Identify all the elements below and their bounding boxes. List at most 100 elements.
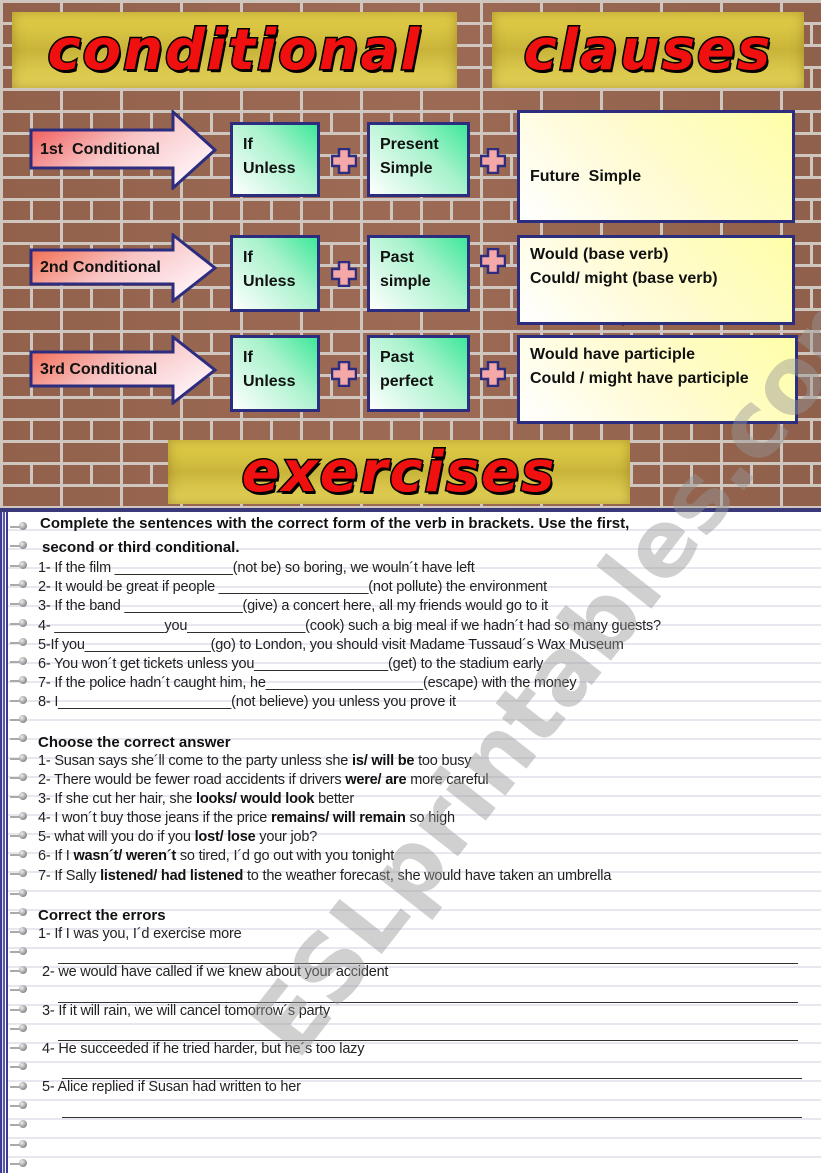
- box-line: Could/ might (base verb): [530, 269, 718, 287]
- notebook-margin: [0, 512, 8, 1173]
- item-text: 6- If I: [38, 848, 74, 865]
- spiral-ring-icon: [10, 1004, 27, 1015]
- spiral-ring-icon: [10, 908, 27, 918]
- item-text: 3- If she cut her hair, she: [38, 790, 197, 807]
- answer-line[interactable]: [58, 945, 798, 965]
- item-text: 4- I won´t buy those jeans if the price: [38, 810, 271, 827]
- spiral-ring-icon: [10, 599, 27, 609]
- answer-options: is/ will be: [352, 752, 415, 769]
- spiral-ring-icon: [10, 522, 27, 532]
- exercise-item: 2- There would be fewer road accidents i…: [38, 772, 813, 791]
- spiral-ring-icon: [10, 1158, 27, 1169]
- item-text: 7- If Sally: [38, 867, 101, 884]
- spiral-ring-icon: [10, 850, 27, 860]
- item-text: to the weather forecast, she would have …: [243, 867, 612, 884]
- conditional-label: 1st Conditional: [40, 141, 160, 158]
- box-line: Simple: [380, 160, 433, 177]
- exercise-item: 2- It would be great if people _________…: [38, 579, 548, 596]
- spiral-ring-icon: [10, 1023, 27, 1034]
- item-text: 5- what will you do if you: [38, 829, 195, 846]
- conditional-label: 3rd Conditional: [40, 361, 158, 378]
- condition-tense-box: Past simple: [367, 235, 470, 312]
- plus-icon: [480, 248, 506, 274]
- exercise-content: Complete the sentences with the correct …: [38, 512, 813, 1118]
- plus-icon: [480, 148, 506, 174]
- spiral-ring-icon: [10, 657, 27, 667]
- box-line: perfect: [380, 373, 434, 390]
- box-line: If: [243, 249, 253, 266]
- spiral-ring-icon: [10, 965, 27, 976]
- answer-line[interactable]: [62, 1099, 802, 1118]
- item-text: too busy: [414, 752, 472, 769]
- plus-icon: [480, 361, 506, 387]
- exercise-correct-errors: Correct the errors 1- If I was you, I´d …: [38, 906, 813, 1118]
- spiral-ring-icon: [10, 695, 27, 706]
- spiral-ring-icon: [10, 946, 27, 957]
- answer-options: were/ are: [345, 771, 407, 788]
- exercise-heading: Correct the errors: [38, 906, 166, 924]
- exercise-item: 5-If you________________(go) to London, …: [38, 636, 624, 653]
- answer-options: looks/ would look: [196, 790, 315, 807]
- spiral-ring-icon: [10, 1081, 27, 1092]
- title-text: clauses: [522, 16, 773, 84]
- answer-line[interactable]: [62, 1060, 802, 1080]
- exercise-item: 3- If the band _______________(give) a c…: [38, 598, 548, 615]
- conditional-label: 2nd Conditional: [40, 259, 161, 276]
- answer-line[interactable]: [58, 983, 798, 1003]
- exercise-item: 2- we would have called if we knew about…: [42, 964, 389, 981]
- spiral-ring-icon: [10, 927, 27, 937]
- spiral-ring-icon: [10, 1120, 27, 1130]
- if-unless-box: If Unless: [230, 235, 320, 312]
- exercise-heading: Complete the sentences with the correct …: [40, 515, 630, 532]
- item-text: 2- There would be fewer road accidents i…: [38, 771, 346, 788]
- box-line: Would (base verb): [530, 246, 669, 263]
- exercise-heading: second or third conditional.: [42, 539, 240, 556]
- answer-options: wasn´t/ weren´t: [73, 848, 177, 865]
- exercise-item: 8- I______________________(not believe) …: [38, 694, 456, 711]
- spiral-ring-icon: [10, 560, 27, 571]
- box-line: Future Simple: [530, 168, 642, 185]
- exercise-item: 6- You won´t get tickets unless you_____…: [38, 655, 544, 672]
- item-text: your job?: [255, 829, 318, 846]
- if-unless-box: If Unless: [230, 335, 320, 412]
- exercise-item: 5- Alice replied if Susan had written to…: [42, 1079, 301, 1096]
- spiral-ring-icon: [10, 792, 27, 802]
- arrow-1st-conditional: 1st Conditional: [28, 110, 218, 190]
- spiral-ring-icon: [10, 753, 27, 764]
- title-text: conditional: [46, 16, 422, 84]
- box-line: Past: [380, 349, 414, 366]
- title-text: exercises: [240, 438, 557, 506]
- answer-line[interactable]: [58, 1022, 798, 1041]
- exercise-complete-sentences: Complete the sentences with the correct …: [38, 512, 813, 714]
- condition-tense-box: Past perfect: [367, 335, 470, 412]
- result-clause-box: Would have participle Could / might have…: [517, 335, 798, 424]
- box-line: Unless: [243, 160, 296, 177]
- spiral-ring-icon: [10, 985, 27, 995]
- box-line: If: [243, 136, 253, 153]
- exercise-heading: Choose the correct answer: [38, 733, 231, 751]
- exercise-item: 1- If I was you, I´d exercise more: [38, 925, 242, 942]
- title-graffiti-conditional: conditional: [12, 12, 457, 88]
- exercise-item: 7- If Sally listened/ had listened to th…: [38, 868, 813, 887]
- spiral-ring-icon: [10, 637, 27, 648]
- spiral-ring-icon: [10, 715, 27, 725]
- exercise-item: 6- If I wasn´t/ weren´t so tired, I´d go…: [38, 848, 813, 867]
- exercise-item: 5- what will you do if you lost/ lose yo…: [38, 829, 813, 848]
- plus-icon: [331, 261, 357, 287]
- spiral-ring-icon: [10, 888, 27, 899]
- arrow-3rd-conditional: 3rd Conditional: [28, 335, 218, 415]
- exercise-item: 3- If it will rain, we will cancel tomor…: [42, 1002, 330, 1019]
- item-text: 1- Susan says she´ll come to the party u…: [38, 752, 352, 769]
- arrow-2nd-conditional: 2nd Conditional: [28, 233, 218, 313]
- box-line: simple: [380, 273, 431, 290]
- exercise-item: 4- He succeeded if he tried harder, but …: [42, 1040, 365, 1057]
- spiral-ring-icon: [10, 1139, 27, 1150]
- plus-icon: [331, 361, 357, 387]
- item-text: so high: [405, 810, 455, 827]
- exercise-item: 4- I won´t buy those jeans if the price …: [38, 810, 813, 829]
- exercise-choose-answer: Choose the correct answer 1- Susan says …: [38, 733, 813, 887]
- result-clause-box: Would (base verb) Could/ might (base ver…: [517, 235, 795, 325]
- answer-options: remains/ will remain: [271, 810, 406, 827]
- spiral-ring-icon: [10, 579, 27, 590]
- box-line: Could / might have participle: [530, 369, 749, 387]
